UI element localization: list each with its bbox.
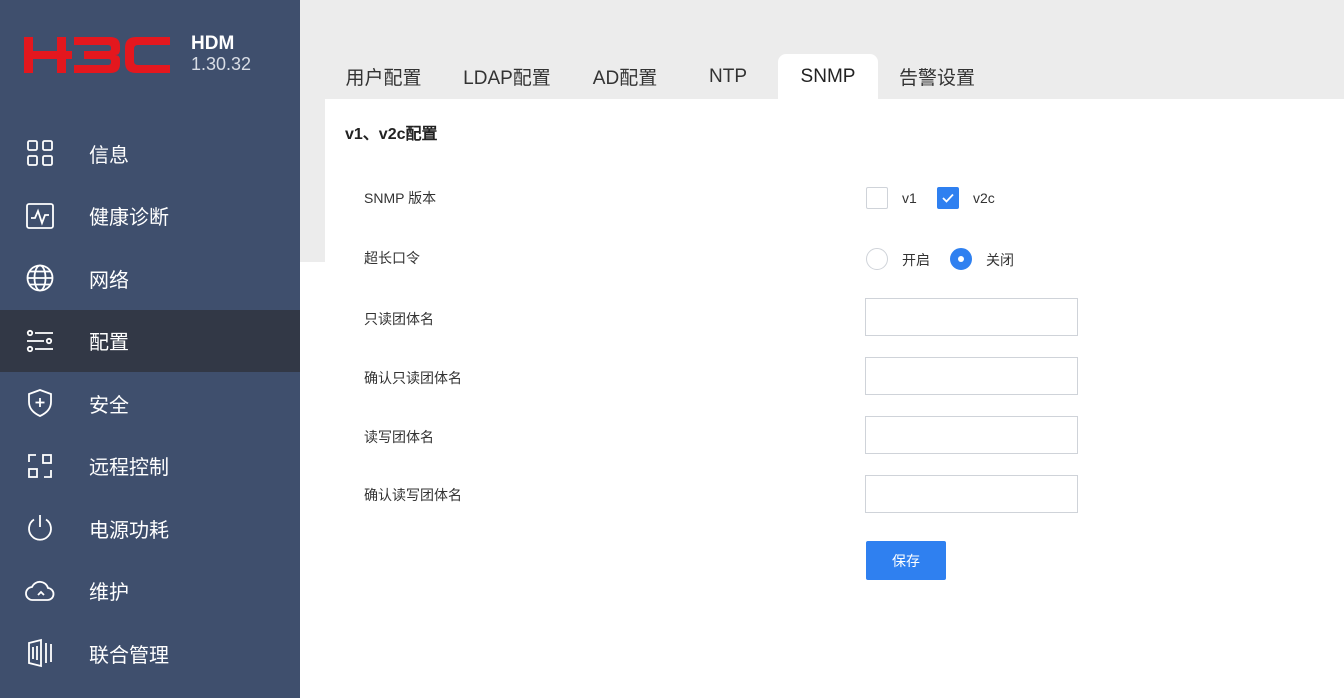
rw-community-input[interactable] [865, 416, 1078, 454]
ro-confirm-input[interactable] [865, 357, 1078, 395]
sidebar-item-config[interactable]: 配置 [0, 309, 300, 372]
long-password-on-radio[interactable] [866, 248, 888, 270]
cloud-icon [24, 575, 56, 607]
long-password-label: 超长口令 [364, 250, 420, 266]
v1-label: v1 [902, 190, 917, 206]
long-password-off-radio[interactable] [950, 248, 972, 270]
long-password-on-label: 开启 [902, 252, 930, 268]
sliders-icon [24, 325, 56, 357]
save-button[interactable]: 保存 [866, 541, 946, 580]
remote-control-icon [24, 450, 56, 482]
sidebar-item-remote[interactable]: 远程控制 [0, 435, 300, 498]
logo-area: HDM 1.30.32 [0, 0, 300, 110]
tab-user-config[interactable]: 用户配置 [325, 54, 442, 99]
sidebar-item-network[interactable]: 网络 [0, 247, 300, 310]
ro-community-label: 只读团体名 [364, 311, 434, 327]
rw-confirm-label: 确认读写团体名 [364, 487, 462, 503]
power-icon [24, 512, 56, 544]
sidebar: HDM 1.30.32 信息 健康诊断 网络 配置 安全 远程控制 电源功耗 维… [0, 0, 300, 698]
sidebar-item-label: 维护 [89, 582, 129, 605]
v2c-checkbox[interactable] [937, 187, 959, 209]
tab-alarm-settings[interactable]: 告警设置 [878, 54, 996, 99]
v1-checkbox[interactable] [866, 187, 888, 209]
section-title: v1、v2c配置 [345, 126, 438, 143]
grid-icon [24, 137, 56, 169]
sidebar-item-label: 信息 [89, 144, 129, 167]
snmp-version-label: SNMP 版本 [364, 190, 437, 206]
sidebar-nav: 信息 健康诊断 网络 配置 安全 远程控制 电源功耗 维护 联合管理 [0, 122, 300, 685]
h3c-logo [24, 37, 170, 73]
shield-plus-icon [24, 387, 56, 419]
health-monitor-icon [24, 200, 56, 232]
long-password-off-label: 关闭 [986, 252, 1014, 268]
rw-confirm-input[interactable] [865, 475, 1078, 513]
sidebar-item-power[interactable]: 电源功耗 [0, 497, 300, 560]
sidebar-item-label: 联合管理 [89, 644, 169, 667]
sidebar-item-label: 电源功耗 [89, 519, 169, 542]
ro-community-input[interactable] [865, 298, 1078, 336]
version-number: 1.30.32 [191, 54, 252, 74]
tab-snmp[interactable]: SNMP [778, 54, 878, 99]
sidebar-item-label: 配置 [89, 332, 129, 355]
server-rack-icon [24, 637, 56, 669]
checkmark-icon [942, 193, 954, 203]
tab-ad-config[interactable]: AD配置 [572, 54, 678, 99]
sidebar-item-security[interactable]: 安全 [0, 372, 300, 435]
globe-icon [24, 262, 56, 294]
sidebar-item-health[interactable]: 健康诊断 [0, 185, 300, 248]
rw-community-label: 读写团体名 [364, 429, 434, 445]
sidebar-item-info[interactable]: 信息 [0, 122, 300, 185]
tab-ldap-config[interactable]: LDAP配置 [442, 54, 572, 99]
sidebar-item-maintenance[interactable]: 维护 [0, 560, 300, 623]
tab-ntp[interactable]: NTP [678, 54, 778, 99]
sidebar-item-label: 健康诊断 [89, 207, 169, 230]
sidebar-item-label: 远程控制 [89, 457, 169, 480]
product-name: HDM [191, 33, 235, 54]
snmp-panel: v1、v2c配置 SNMP 版本 v1 v2c 超长口令 开启 关闭 只读团体名… [325, 99, 1344, 698]
ro-confirm-label: 确认只读团体名 [364, 370, 462, 386]
sidebar-item-federation[interactable]: 联合管理 [0, 622, 300, 685]
sidebar-item-label: 安全 [89, 394, 129, 417]
product-version: HDM 1.30.32 [191, 33, 251, 75]
v2c-label: v2c [973, 190, 995, 206]
sidebar-item-label: 网络 [89, 269, 129, 292]
